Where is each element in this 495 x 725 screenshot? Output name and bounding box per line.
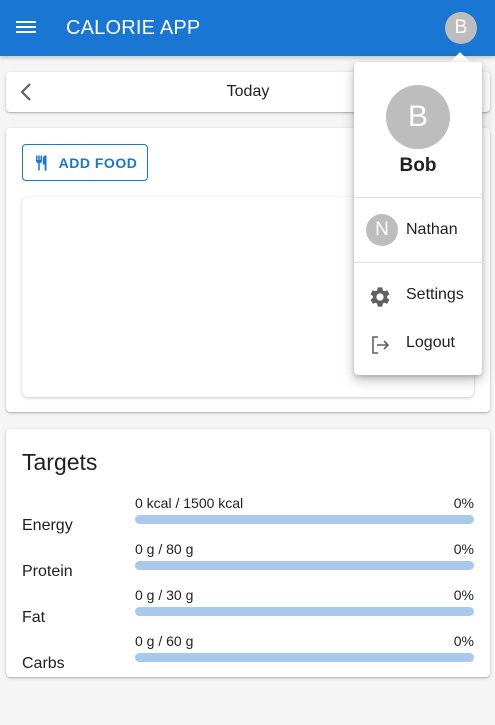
fork-knife-icon	[35, 155, 47, 170]
target-percent: 0%	[453, 495, 474, 511]
target-row-energy: Energy 0 kcal / 1500 kcal 0%	[22, 495, 474, 535]
account-name: Nathan	[406, 221, 458, 238]
targets-title: Targets	[22, 449, 98, 475]
app-bar: CALORIE APP B	[0, 0, 495, 56]
menu-icon[interactable]	[16, 18, 36, 38]
progress-bar	[135, 653, 474, 662]
target-percent: 0%	[453, 633, 474, 649]
logout-menu-item[interactable]: Logout	[354, 323, 482, 363]
account-avatar: N	[366, 214, 398, 246]
target-amount: 0 g / 80 g	[135, 541, 194, 557]
target-amount: 0 g / 60 g	[135, 633, 194, 649]
target-name: Energy	[22, 517, 73, 534]
divider	[354, 262, 482, 263]
gear-icon	[368, 285, 392, 309]
progress-bar	[135, 607, 474, 616]
target-name: Protein	[22, 563, 73, 580]
settings-menu-item[interactable]: Settings	[354, 275, 482, 315]
target-percent: 0%	[453, 587, 474, 603]
add-food-label: ADD FOOD	[58, 154, 138, 171]
settings-label: Settings	[406, 286, 464, 303]
user-avatar: B	[386, 85, 450, 149]
target-percent: 0%	[453, 541, 474, 557]
target-amount: 0 kcal / 1500 kcal	[135, 495, 244, 511]
user-name: Bob	[399, 155, 437, 176]
progress-bar	[135, 561, 474, 570]
target-amount: 0 g / 30 g	[135, 587, 194, 603]
app-title: CALORIE APP	[66, 17, 201, 39]
user-avatar-button[interactable]: B	[445, 12, 477, 44]
progress-bar	[135, 515, 474, 524]
target-row-carbs: Carbs 0 g / 60 g 0%	[22, 633, 474, 673]
logout-label: Logout	[406, 334, 455, 351]
switch-account-nathan[interactable]: N Nathan	[354, 210, 482, 250]
target-name: Fat	[22, 609, 46, 626]
user-menu: B Bob N Nathan Settings Logout	[354, 62, 482, 375]
target-name: Carbs	[22, 655, 65, 672]
target-row-protein: Protein 0 g / 80 g 0%	[22, 541, 474, 581]
logout-icon	[368, 333, 392, 357]
targets-card: Targets Energy 0 kcal / 1500 kcal 0% Pro…	[6, 429, 490, 677]
divider	[354, 197, 482, 198]
target-row-fat: Fat 0 g / 30 g 0%	[22, 587, 474, 627]
add-food-button[interactable]: ADD FOOD	[22, 144, 148, 181]
